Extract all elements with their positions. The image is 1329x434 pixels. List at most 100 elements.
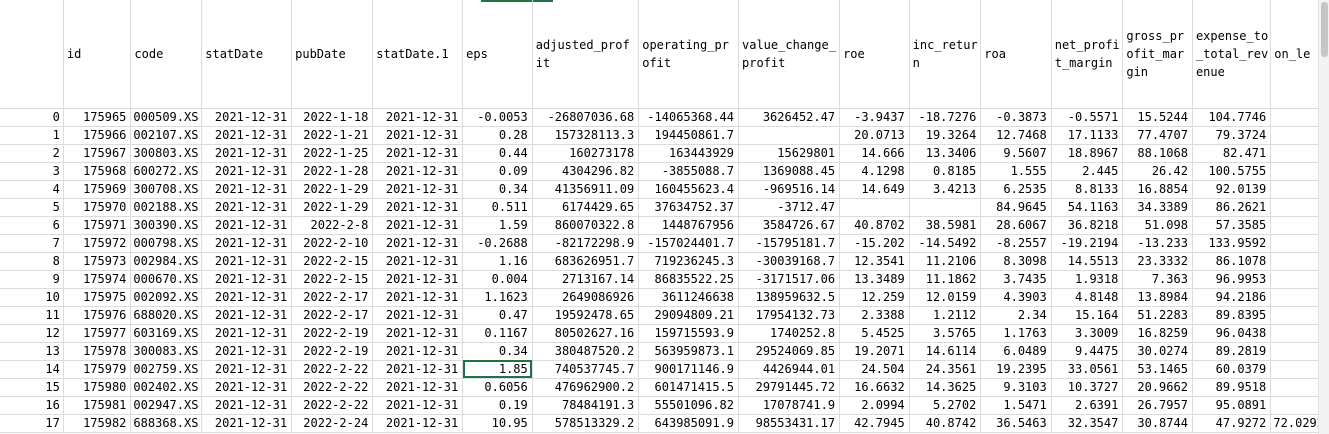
table-cell[interactable]: -157024401.7 [638,234,739,253]
table-cell[interactable]: 2021-12-31 [201,414,293,433]
table-cell[interactable]: 1.59 [462,216,533,235]
table-cell[interactable]: 2021-12-31 [372,198,464,217]
table-cell[interactable]: 175969 [63,180,132,199]
table-cell[interactable]: 002188.XS [130,198,203,217]
table-cell[interactable] [738,126,841,145]
table-cell[interactable]: 33.0561 [1051,360,1124,379]
table-cell[interactable]: 2022-2-22 [291,396,374,415]
table-cell[interactable]: 163443929 [638,144,739,163]
table-cell[interactable]: 175982 [63,414,132,433]
table-cell[interactable]: 89.9518 [1192,378,1272,397]
table-cell[interactable]: 29791445.72 [738,378,841,397]
row-index-cell[interactable]: 14 [0,360,64,379]
table-cell[interactable]: 57.3585 [1192,216,1272,235]
table-cell[interactable]: 002402.XS [130,378,203,397]
table-cell[interactable]: 175975 [63,288,132,307]
row-index-cell[interactable]: 0 [0,108,64,127]
table-cell[interactable]: 11.1862 [909,270,982,289]
table-cell[interactable]: 4304296.82 [532,162,640,181]
table-cell[interactable]: 12.7468 [980,126,1052,145]
table-cell[interactable]: 78484191.3 [532,396,640,415]
table-cell[interactable]: 2021-12-31 [201,180,293,199]
table-cell[interactable]: -0.5571 [1051,108,1124,127]
table-cell[interactable]: 26.42 [1122,162,1193,181]
table-cell[interactable]: -30039168.7 [738,252,841,271]
table-cell[interactable]: 37634752.37 [638,198,739,217]
table-cell[interactable]: 601471415.5 [638,378,739,397]
row-index-cell[interactable]: 2 [0,144,64,163]
row-index-cell[interactable]: 16 [0,396,64,415]
table-cell[interactable]: -3.9437 [839,108,910,127]
table-cell[interactable]: 2021-12-31 [201,252,293,271]
table-cell[interactable]: 86.1078 [1192,252,1272,271]
table-cell[interactable]: 14.3625 [909,378,982,397]
table-cell[interactable]: 2021-12-31 [372,396,464,415]
table-cell[interactable]: 0.8185 [909,162,982,181]
table-cell[interactable]: 2.445 [1051,162,1124,181]
table-cell[interactable]: 17078741.9 [738,396,841,415]
table-cell[interactable]: 2022-1-28 [291,162,374,181]
table-cell[interactable]: 15.164 [1051,306,1124,325]
table-cell[interactable]: -8.2557 [980,234,1052,253]
table-cell[interactable]: 000509.XS [130,108,203,127]
table-cell[interactable]: 95.0891 [1192,396,1272,415]
table-cell[interactable]: 1369088.45 [738,162,841,181]
table-cell[interactable]: 1.2112 [909,306,982,325]
row-index-cell[interactable]: 17 [0,414,64,433]
table-cell[interactable]: 2.0994 [839,396,910,415]
table-cell[interactable]: 643985091.9 [638,414,739,433]
table-cell[interactable]: 2021-12-31 [201,126,293,145]
table-cell[interactable]: 88.1068 [1122,144,1193,163]
table-cell[interactable]: 12.259 [839,288,910,307]
table-cell[interactable]: 96.9953 [1192,270,1272,289]
table-cell[interactable]: 0.34 [462,342,533,361]
table-cell[interactable]: 89.2819 [1192,342,1272,361]
table-cell[interactable]: 563959873.1 [638,342,739,361]
table-cell[interactable]: 0.34 [462,180,533,199]
table-cell[interactable]: 3626452.47 [738,108,841,127]
table-cell[interactable]: 175970 [63,198,132,217]
row-index-cell[interactable]: 3 [0,162,64,181]
table-cell[interactable]: 002107.XS [130,126,203,145]
table-cell[interactable]: 2021-12-31 [372,252,464,271]
table-cell[interactable]: 86.2621 [1192,198,1272,217]
table-cell[interactable]: -19.2194 [1051,234,1124,253]
table-cell[interactable]: 16.8854 [1122,180,1193,199]
table-cell[interactable]: 10.95 [462,414,533,433]
table-cell[interactable]: 18.8967 [1051,144,1124,163]
table-cell[interactable]: 0.004 [462,270,533,289]
table-cell[interactable]: 53.1465 [1122,360,1193,379]
table-cell[interactable]: 19592478.65 [532,306,640,325]
table-cell[interactable]: 0.6056 [462,378,533,397]
spreadsheet-grid[interactable]: id code statDate pubDate statDate.1 eps adjust… [0,0,1329,434]
row-index-cell[interactable]: 11 [0,306,64,325]
table-cell[interactable]: 2022-1-29 [291,198,374,217]
column-header[interactable]: gross_profit_margin [1122,0,1193,109]
table-cell[interactable]: 175978 [63,342,132,361]
table-cell[interactable]: 2021-12-31 [372,306,464,325]
table-cell[interactable]: 2021-12-31 [201,144,293,163]
row-index-cell[interactable]: 9 [0,270,64,289]
selected-cell[interactable]: 1.85 [462,360,533,379]
table-cell[interactable]: 16.8259 [1122,324,1193,343]
table-cell[interactable]: 2021-12-31 [201,306,293,325]
table-cell[interactable]: 54.1163 [1051,198,1124,217]
table-cell[interactable]: 2022-2-19 [291,324,374,343]
table-cell[interactable]: 194450861.7 [638,126,739,145]
table-cell[interactable]: 2021-12-31 [201,378,293,397]
table-cell[interactable]: 14.6114 [909,342,982,361]
row-index-cell[interactable]: 12 [0,324,64,343]
table-cell[interactable]: 2021-12-31 [372,288,464,307]
table-cell[interactable]: 0.47 [462,306,533,325]
table-cell[interactable]: 3.3009 [1051,324,1124,343]
table-cell[interactable]: 2022-2-8 [291,216,374,235]
table-cell[interactable]: 3.5765 [909,324,982,343]
table-cell[interactable]: 4.3903 [980,288,1052,307]
table-cell[interactable]: 175966 [63,126,132,145]
table-cell[interactable]: 157328113.3 [532,126,640,145]
table-cell[interactable]: 175979 [63,360,132,379]
table-cell[interactable]: 17.1133 [1051,126,1124,145]
table-cell[interactable]: 28.6067 [980,216,1052,235]
table-cell[interactable]: 2021-12-31 [201,360,293,379]
table-cell[interactable]: 159715593.9 [638,324,739,343]
